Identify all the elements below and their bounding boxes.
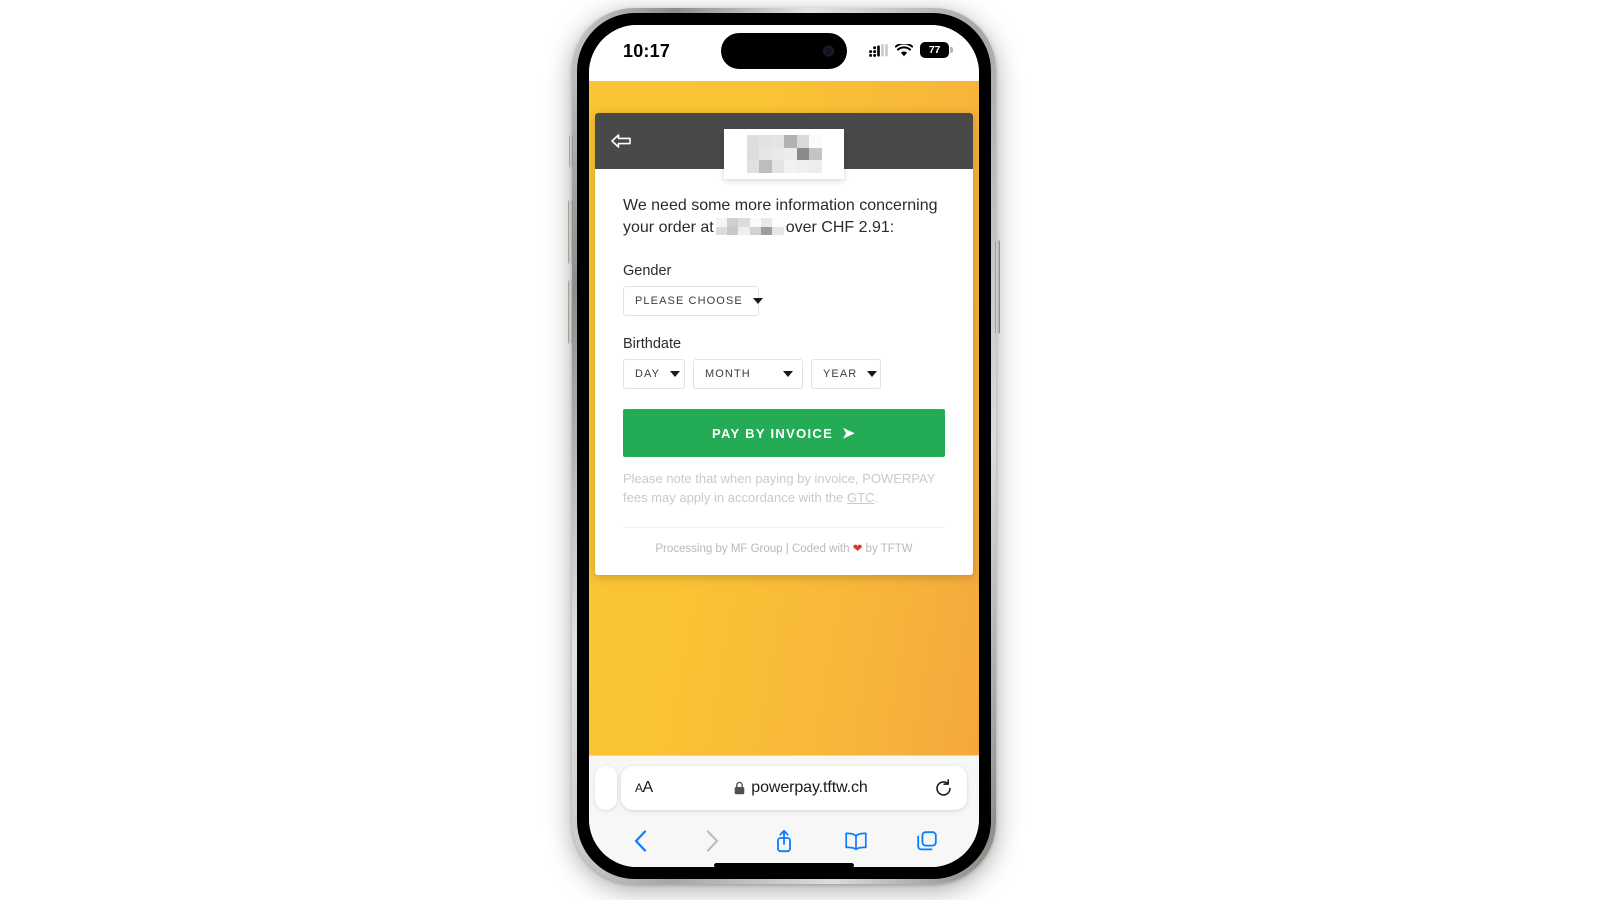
status-indicators: 77 [869,42,953,58]
webview: We need some more information concerning… [589,81,979,755]
wifi-icon [895,43,913,56]
text-size-button[interactable]: AA [635,779,675,797]
pay-by-invoice-label: PAY BY INVOICE [712,425,834,441]
footer-text-after: by TFTW [865,543,913,556]
chevron-down-icon [670,371,681,378]
battery-indicator: 77 [920,42,953,58]
gender-select[interactable]: PLEASE CHOOSE [623,286,763,317]
logo-pixelation [734,135,834,173]
volume-down-button[interactable] [568,280,573,344]
iphone-device: 10:17 77 We need some more information c… [568,8,1000,884]
silence-switch[interactable] [569,135,573,168]
volume-up-button[interactable] [568,200,573,264]
merchant-name-redacted [715,218,784,236]
heart-icon: ❤ [852,543,863,556]
url-bar[interactable]: AA powerpay.tftw.ch [621,766,967,810]
front-camera-icon [823,45,834,57]
footer-text-before: Processing by MF Group | Coded with [655,543,850,556]
battery-percent: 77 [928,44,941,56]
url-display[interactable]: powerpay.tftw.ch [675,779,927,797]
intro-text-part2: over CHF 2.91: [785,219,895,237]
disclaimer-text: Please note that when paying by invoice,… [623,471,936,505]
dynamic-island [721,33,847,69]
powerpay-card: We need some more information concerning… [595,113,973,576]
adjacent-tab-peek[interactable] [595,766,617,810]
browser-back-button[interactable] [619,824,663,858]
disclaimer-text-after: . [874,489,879,505]
intro-text: We need some more information concerning… [623,195,945,239]
birthdate-day-value: DAY [635,368,661,381]
back-arrow-icon[interactable] [609,129,633,153]
power-button[interactable] [995,240,1000,334]
card-body: We need some more information concerning… [595,169,973,575]
lock-icon [734,781,745,795]
chevron-down-icon [752,298,763,305]
card-footer: Processing by MF Group | Coded with ❤ by… [623,527,945,569]
gtc-link[interactable]: GTC [847,490,874,505]
card-header [595,113,973,179]
arrow-right-icon: ➤ [842,424,856,442]
safari-toolbar [589,822,979,860]
share-button[interactable] [762,824,806,858]
gender-row: PLEASE CHOOSE [623,286,945,317]
birthdate-year-value: YEAR [823,368,858,381]
birthdate-row: DAY MONTH YEAR [623,359,945,390]
tabs-button[interactable] [905,824,949,858]
birthdate-year-select[interactable]: YEAR [811,359,881,390]
pay-by-invoice-button[interactable]: PAY BY INVOICE ➤ [623,409,945,458]
status-time: 10:17 [623,41,671,61]
battery-tip [950,47,953,53]
invoice-disclaimer: Please note that when paying by invoice,… [623,470,945,507]
text-size-label-big: A [642,779,654,796]
gender-select-value: PLEASE CHOOSE [635,295,743,308]
url-text: powerpay.tftw.ch [751,779,868,796]
birthdate-day-select[interactable]: DAY [623,359,685,390]
browser-forward-button [690,824,734,858]
status-bar: 10:17 77 [589,25,979,81]
bookmarks-button[interactable] [834,824,878,858]
birthdate-month-select[interactable]: MONTH [693,359,803,390]
chevron-down-icon [783,371,793,378]
merchant-logo [724,129,844,179]
reload-button[interactable] [927,778,953,798]
device-screen: 10:17 77 We need some more information c… [589,25,979,867]
home-indicator [714,863,854,867]
device-bezel: 10:17 77 We need some more information c… [577,13,991,879]
safari-bottom-bar: AA powerpay.tftw.ch [589,755,979,867]
gender-label: Gender [623,263,672,280]
cellular-signal-icon [869,43,888,57]
birthdate-label: Birthdate [623,336,682,353]
birthdate-month-value: MONTH [705,368,751,381]
chevron-down-icon [867,371,878,378]
